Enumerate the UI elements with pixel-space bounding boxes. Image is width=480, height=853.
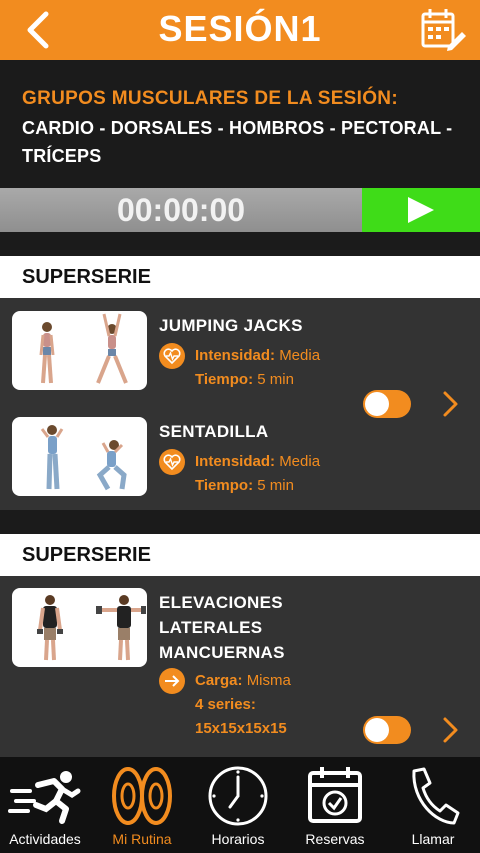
app-header: SESIÓN1 [0,0,480,60]
tab-label: Horarios [211,831,265,847]
toggle-knob [365,718,389,742]
exercise-image [12,588,147,667]
muscle-groups-line-1: CARDIO - DORSALES - HOMBROS - PECTORAL - [22,118,453,138]
page-title: SESIÓN1 [158,8,322,49]
time-value: 5 min [257,477,294,494]
exercise-intensity: Intensidad: Media [195,346,320,366]
open-superserie-button[interactable] [440,390,460,418]
divider [0,232,480,256]
phone-icon [412,767,460,825]
muscle-groups-line-2: TRÍCEPS [22,146,102,166]
section-title: SUPERSERIE [0,256,480,298]
tab-label: Mi Rutina [112,831,172,847]
exercise-name-line-1: ELEVACIONES [159,593,283,612]
superserie-card: JUMPING JACKS Intensidad: Media Tiempo: … [0,298,480,510]
tab-mi-rutina[interactable]: Mi Rutina [96,757,188,853]
muscle-groups-heading: GRUPOS MUSCULARES DE LA SESIÓN: [22,88,398,109]
tab-label: Reservas [305,831,365,847]
tab-reservas[interactable]: Reservas [288,757,382,853]
tab-actividades[interactable]: Actividades [0,757,90,853]
exercise-item[interactable]: SENTADILLA Intensidad: Media Tiempo: 5 m… [0,404,480,510]
superserie-toggle[interactable] [363,390,411,418]
exercise-image [12,311,147,390]
superserie-toggle[interactable] [363,716,411,744]
muscle-groups-list: CARDIO - DORSALES - HOMBROS - PECTORAL -… [22,114,458,170]
muscle-groups-panel: GRUPOS MUSCULARES DE LA SESIÓN: CARDIO -… [0,60,480,188]
chevron-right-icon [443,717,458,743]
time-value: 5 min [257,371,294,388]
arrow-right-icon [159,668,185,694]
exercise-image [12,417,147,496]
exercise-time: Tiempo: 5 min [195,476,294,496]
open-superserie-button[interactable] [440,716,460,744]
intensity-value: Media [279,347,321,364]
running-icon [8,771,81,824]
tab-label: Llamar [411,831,455,847]
series-value: 15x15x15x15 [195,720,287,737]
exercise-name: JUMPING JACKS [159,316,303,335]
clock-icon [208,766,268,826]
chevron-right-icon [443,391,458,417]
intensity-label: Intensidad: [195,347,276,364]
heart-pulse-icon [159,449,185,475]
tab-llamar[interactable]: Llamar [386,757,480,853]
toggle-knob [365,392,389,416]
superserie-card: ELEVACIONES LATERALES MANCUERNAS Carga: … [0,576,480,757]
weight-plates-icon [112,767,172,825]
time-label: Tiempo: [195,477,254,494]
timer-value: 00:00:00 [116,192,246,228]
exercise-load: Carga: Misma [195,671,291,691]
time-label: Tiempo: [195,371,254,388]
series-label: 4 series: [195,696,256,713]
exercise-series-label: 4 series: [195,695,256,715]
bottom-tab-bar: Actividades Mi Rutina Horarios Reservas … [0,757,480,853]
calendar-check-icon [308,767,362,823]
exercise-intensity: Intensidad: Media [195,452,320,472]
tab-horarios[interactable]: Horarios [192,757,284,853]
divider [0,510,480,534]
heart-pulse-icon [159,343,185,369]
play-icon [408,197,434,223]
load-value: Misma [246,672,291,689]
exercise-name: SENTADILLA [159,422,269,441]
load-label: Carga: [195,672,243,689]
exercise-time: Tiempo: 5 min [195,370,294,390]
session-timer: 00:00:00 [0,188,480,232]
intensity-label: Intensidad: [195,453,276,470]
intensity-value: Media [279,453,321,470]
exercise-name-line-2: LATERALES [159,618,263,637]
calendar-edit-icon [421,9,466,51]
exercise-series-reps: 15x15x15x15 [195,719,287,739]
calendar-edit-button[interactable] [418,6,468,54]
exercise-item[interactable]: JUMPING JACKS Intensidad: Media Tiempo: … [0,298,480,404]
play-button[interactable] [362,188,480,232]
exercise-name-line-3: MANCUERNAS [159,643,285,662]
section-title: SUPERSERIE [0,534,480,576]
exercise-name: ELEVACIONES LATERALES MANCUERNAS [159,590,285,665]
tab-label: Actividades [9,831,81,847]
